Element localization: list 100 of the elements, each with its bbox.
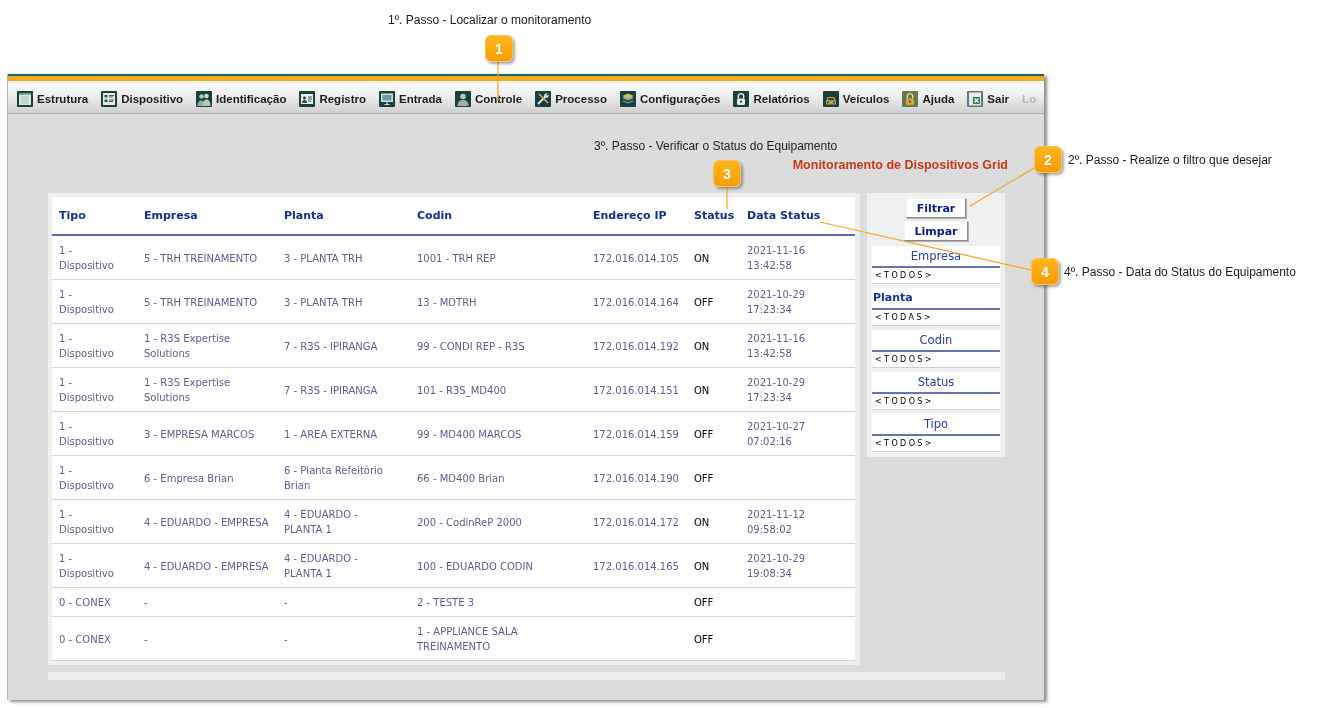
menu-item[interactable]: Controle: [454, 90, 523, 107]
table-cell: ON: [687, 235, 740, 280]
filter-select[interactable]: <TODAS>: [872, 310, 1000, 326]
table-cell: -: [277, 587, 410, 617]
column-header[interactable]: Data Status: [740, 197, 855, 235]
step-badge: 4: [1031, 258, 1059, 285]
menu-item[interactable]: Ajuda: [902, 90, 955, 107]
filter-label: Status: [872, 372, 1000, 394]
table-cell: 4 - EDUARDO - PLANTA 1: [277, 499, 410, 544]
menu-item[interactable]: Registro: [299, 90, 367, 107]
table-cell: 172.016.014.172: [586, 499, 687, 544]
table-cell: 172.016.014.165: [586, 543, 687, 588]
table-cell: 172.016.014.151: [586, 367, 687, 412]
table-cell: 4 - EDUARDO - EMPRESA: [137, 499, 277, 544]
table-cell: 7 - R3S - IPIRANGA: [277, 323, 410, 368]
padlock-icon: [733, 90, 750, 107]
menu-item[interactable]: Dispositivo: [101, 90, 184, 107]
menu-item[interactable]: Processo: [535, 90, 607, 107]
table-cell: 2021-11-16 13:42:58: [740, 323, 855, 368]
person-icon: [454, 90, 471, 107]
column-header[interactable]: Planta: [277, 197, 410, 235]
table-cell: 13 - MDTRH: [410, 279, 586, 324]
table-cell: ON: [687, 367, 740, 412]
column-header[interactable]: Tipo: [52, 197, 137, 235]
menu-item[interactable]: Veículos: [822, 90, 890, 107]
filter-select[interactable]: <TODOS>: [872, 436, 1000, 452]
table-cell: OFF: [687, 455, 740, 500]
table-cell: OFF: [687, 587, 740, 617]
column-header[interactable]: Codin: [410, 197, 586, 235]
table-cell: 6 - Empresa Brian: [137, 455, 277, 500]
table-cell: 1 - Dispositivo: [52, 279, 137, 324]
table-cell: 200 - CodinReP 2000: [410, 499, 586, 544]
table-cell: ON: [687, 323, 740, 368]
table-cell: 172.016.014.105: [586, 235, 687, 280]
menu-item[interactable]: Configurações: [619, 90, 721, 107]
table-cell: 100 - EDUARDO CODIN: [410, 543, 586, 588]
tools-icon: [535, 90, 552, 107]
table-cell: 3 - PLANTA TRH: [277, 235, 410, 280]
menu-item[interactable]: Entrada: [379, 90, 442, 107]
menu-item[interactable]: Relatórios: [733, 90, 810, 107]
filter-button[interactable]: Limpar: [903, 221, 969, 241]
filter-select[interactable]: <TODOS>: [872, 268, 1000, 284]
table-cell: 1 - Dispositivo: [52, 367, 137, 412]
filter-label: Codin: [872, 330, 1000, 352]
table-cell: 2021-10-29 17:23:34: [740, 279, 855, 324]
table-cell: 1 - Dispositivo: [52, 235, 137, 280]
step-caption: 2º. Passo - Realize o filtro que desejar: [1068, 152, 1272, 168]
table-cell: 7 - R3S - IPIRANGA: [277, 367, 410, 412]
table-cell: 66 - MD400 Brian: [410, 455, 586, 500]
table-cell: 1001 - TRH REP: [410, 235, 586, 280]
table-cell: 4 - EDUARDO - EMPRESA: [137, 543, 277, 588]
leader-line: [497, 61, 499, 101]
table-cell: 2021-10-29 19:08:34: [740, 543, 855, 588]
table-cell: 1 - Dispositivo: [52, 543, 137, 588]
filter-label: Planta: [872, 288, 1000, 310]
monitor-icon: [379, 90, 396, 107]
window-icon: [17, 90, 33, 107]
table-cell: 1 - AREA EXTERNA: [277, 411, 410, 456]
table-cell: 1 - APPLIANCE SALA TREINAMENTO: [410, 616, 586, 661]
table-cell: 172.016.014.159: [586, 411, 687, 456]
table-cell: 1 - Dispositivo: [52, 323, 137, 368]
filter-select[interactable]: <TODOS>: [872, 394, 1000, 410]
step-badge: 2: [1034, 146, 1062, 173]
table-cell: -: [137, 587, 277, 617]
step-caption: 1º. Passo - Localizar o monitoramento: [388, 12, 592, 28]
table-cell: OFF: [687, 616, 740, 661]
menu-item[interactable]: Sair: [967, 90, 1010, 107]
table-cell: OFF: [687, 411, 740, 456]
table-cell: 101 - R3S_MD400: [410, 367, 586, 412]
table-cell: 2 - TESTE 3: [410, 587, 586, 617]
table-cell: 172.016.014.190: [586, 455, 687, 500]
padlock-icon: [902, 90, 919, 107]
table-cell: 1 - Dispositivo: [52, 499, 137, 544]
table-cell: 99 - MD400 MARCOS: [410, 411, 586, 456]
table-cell: 2021-11-16 13:42:58: [740, 235, 855, 280]
leader-line: [726, 187, 728, 210]
filter-button[interactable]: Filtrar: [905, 198, 967, 218]
table-cell: 172.016.014.192: [586, 323, 687, 368]
column-header[interactable]: Empresa: [137, 197, 277, 235]
people-icon: [196, 90, 213, 107]
table-cell: ON: [687, 543, 740, 588]
step-caption: 4º. Passo - Data do Status do Equipamento: [1064, 264, 1296, 280]
step-badge: 1: [485, 35, 513, 62]
column-header[interactable]: Status: [687, 197, 740, 235]
table-cell: 6 - Planta Refeitório Brian: [277, 455, 410, 500]
table-cell: 5 - TRH TREINAMENTO: [137, 235, 277, 280]
table-cell: 1 - R3S Expertise Solutions: [137, 323, 277, 368]
column-header[interactable]: Endereço IP: [586, 197, 687, 235]
menu-item[interactable]: Estrutura: [17, 90, 89, 107]
table-cell: 4 - EDUARDO - PLANTA 1: [277, 543, 410, 588]
filter-select[interactable]: <TODOS>: [872, 352, 1000, 368]
table-cell: 2021-11-12 09:58:02: [740, 499, 855, 544]
menu-item[interactable]: Identificação: [196, 90, 287, 107]
table-cell: 172.016.014.164: [586, 279, 687, 324]
table-cell: 3 - EMPRESA MARCOS: [137, 411, 277, 456]
table-cell: 2021-10-29 17:23:34: [740, 367, 855, 412]
table-cell: 3 - PLANTA TRH: [277, 279, 410, 324]
table-cell: 1 - Dispositivo: [52, 455, 137, 500]
id-card-icon: [299, 90, 316, 107]
table-cell: OFF: [687, 279, 740, 324]
